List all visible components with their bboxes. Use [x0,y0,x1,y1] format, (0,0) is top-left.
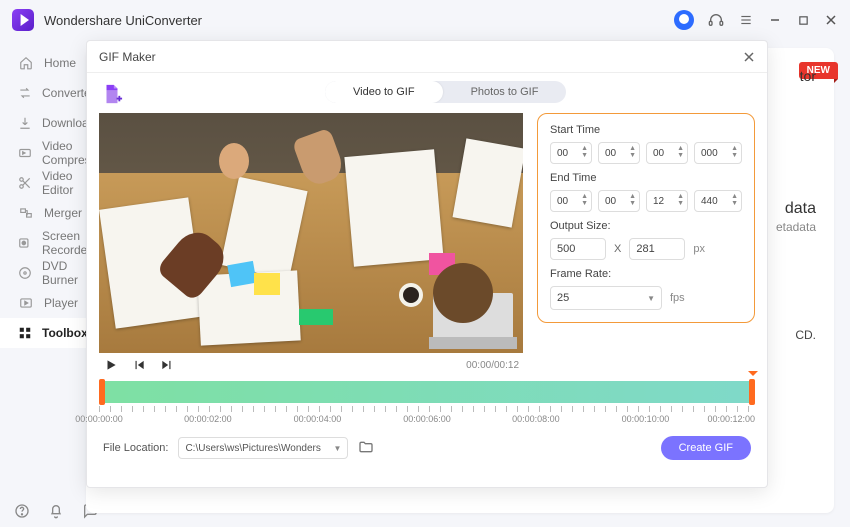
tab-video-to-gif[interactable]: Video to GIF [325,81,443,103]
sidebar-item-merger[interactable]: Merger [0,198,86,228]
sidebar-item-toolbox[interactable]: Toolbox [0,318,86,348]
help-icon[interactable] [14,503,30,519]
support-icon[interactable] [708,12,724,28]
end-ms-input[interactable]: 440▲▼ [694,190,742,212]
create-gif-button[interactable]: Create GIF [661,436,751,460]
fps-unit: fps [670,292,685,304]
sidebar-item-downloader[interactable]: Downloader [0,108,86,138]
home-icon [18,55,34,71]
gif-maker-dialog: GIF Maker Video to GIF Photos to GIF [86,40,768,488]
time-display: 00:00/00:12 [466,360,519,371]
sidebar-label: Player [44,296,78,310]
bg-text: CD. [795,328,816,342]
sidebar-label: Toolbox [42,326,88,340]
start-sec-input[interactable]: 00▲▼ [646,142,688,164]
converter-icon [18,85,32,101]
end-sec-input[interactable]: 12▲▼ [646,190,688,212]
open-folder-button[interactable] [358,439,376,457]
start-time-label: Start Time [550,124,742,136]
tab-group: Video to GIF Photos to GIF [325,81,566,103]
dialog-header: GIF Maker [87,41,767,73]
sidebar-item-compressor[interactable]: Video Compressor [0,138,86,168]
end-time-label: End Time [550,172,742,184]
end-min-input[interactable]: 00▲▼ [598,190,640,212]
prev-frame-button[interactable] [131,357,147,373]
px-unit: px [693,243,705,255]
player-controls: 00:00/00:12 [99,353,523,377]
sidebar-label: DVD Burner [42,259,86,287]
bell-icon[interactable] [48,503,64,519]
sidebar-label: Home [44,56,76,70]
file-location-select[interactable]: C:\Users\ws\Pictures\Wonders ▼ [178,437,348,459]
sidebar-item-home[interactable]: Home [0,48,86,78]
minimize-button[interactable] [768,13,782,27]
output-size-label: Output Size: [550,220,742,232]
grid-icon [18,325,32,341]
user-avatar-icon[interactable] [674,10,694,30]
x-separator: X [614,243,621,255]
disc-icon [18,265,32,281]
sidebar-item-editor[interactable]: Video Editor [0,168,86,198]
sidebar-item-dvd[interactable]: DVD Burner [0,258,86,288]
start-hour-input[interactable]: 00▲▼ [550,142,592,164]
bg-text: data [785,200,816,218]
add-file-button[interactable] [99,81,125,107]
tab-photos-to-gif[interactable]: Photos to GIF [443,81,567,103]
frame-rate-label: Frame Rate: [550,268,742,280]
dialog-title: GIF Maker [99,50,156,64]
trim-start-handle[interactable] [99,379,105,405]
height-input[interactable] [629,238,685,260]
timeline-track[interactable] [99,381,755,403]
start-min-input[interactable]: 00▲▼ [598,142,640,164]
app-logo-icon [12,9,34,31]
bg-text: tor [800,68,816,84]
bg-text: etadata [776,220,816,234]
merger-icon [18,205,34,221]
sidebar-label: Video Editor [42,169,86,197]
end-hour-input[interactable]: 00▲▼ [550,190,592,212]
trim-end-handle[interactable] [749,379,755,405]
app-title: Wondershare UniConverter [44,13,202,28]
play-button[interactable] [103,357,119,373]
close-icon[interactable] [743,51,755,63]
menu-icon[interactable] [738,12,754,28]
settings-panel: Start Time 00▲▼ 00▲▼ 00▲▼ 000▲▼ End Time… [537,113,755,323]
next-frame-button[interactable] [159,357,175,373]
sidebar-label: Screen Recorder [42,229,91,257]
close-window-button[interactable] [824,13,838,27]
video-preview[interactable] [99,113,523,353]
player-icon [18,295,34,311]
timeline: 00:00:00:00 00:00:02:00 00:00:04:00 00:0… [99,381,755,430]
scissors-icon [18,175,32,191]
sidebar-item-recorder[interactable]: Screen Recorder [0,228,86,258]
compressor-icon [18,145,32,161]
recorder-icon [18,235,32,251]
width-input[interactable] [550,238,606,260]
time-ruler: 00:00:00:00 00:00:02:00 00:00:04:00 00:0… [99,406,755,430]
sidebar-item-player[interactable]: Player [0,288,86,318]
fps-select[interactable]: 25▼ [550,286,662,310]
sidebar-label: Merger [44,206,82,220]
download-icon [18,115,32,131]
sidebar: Home Converter Downloader Video Compress… [0,40,86,527]
start-ms-input[interactable]: 000▲▼ [694,142,742,164]
file-location-label: File Location: [103,442,168,454]
sidebar-item-converter[interactable]: Converter [0,78,86,108]
title-bar: Wondershare UniConverter [0,0,850,40]
maximize-button[interactable] [796,13,810,27]
